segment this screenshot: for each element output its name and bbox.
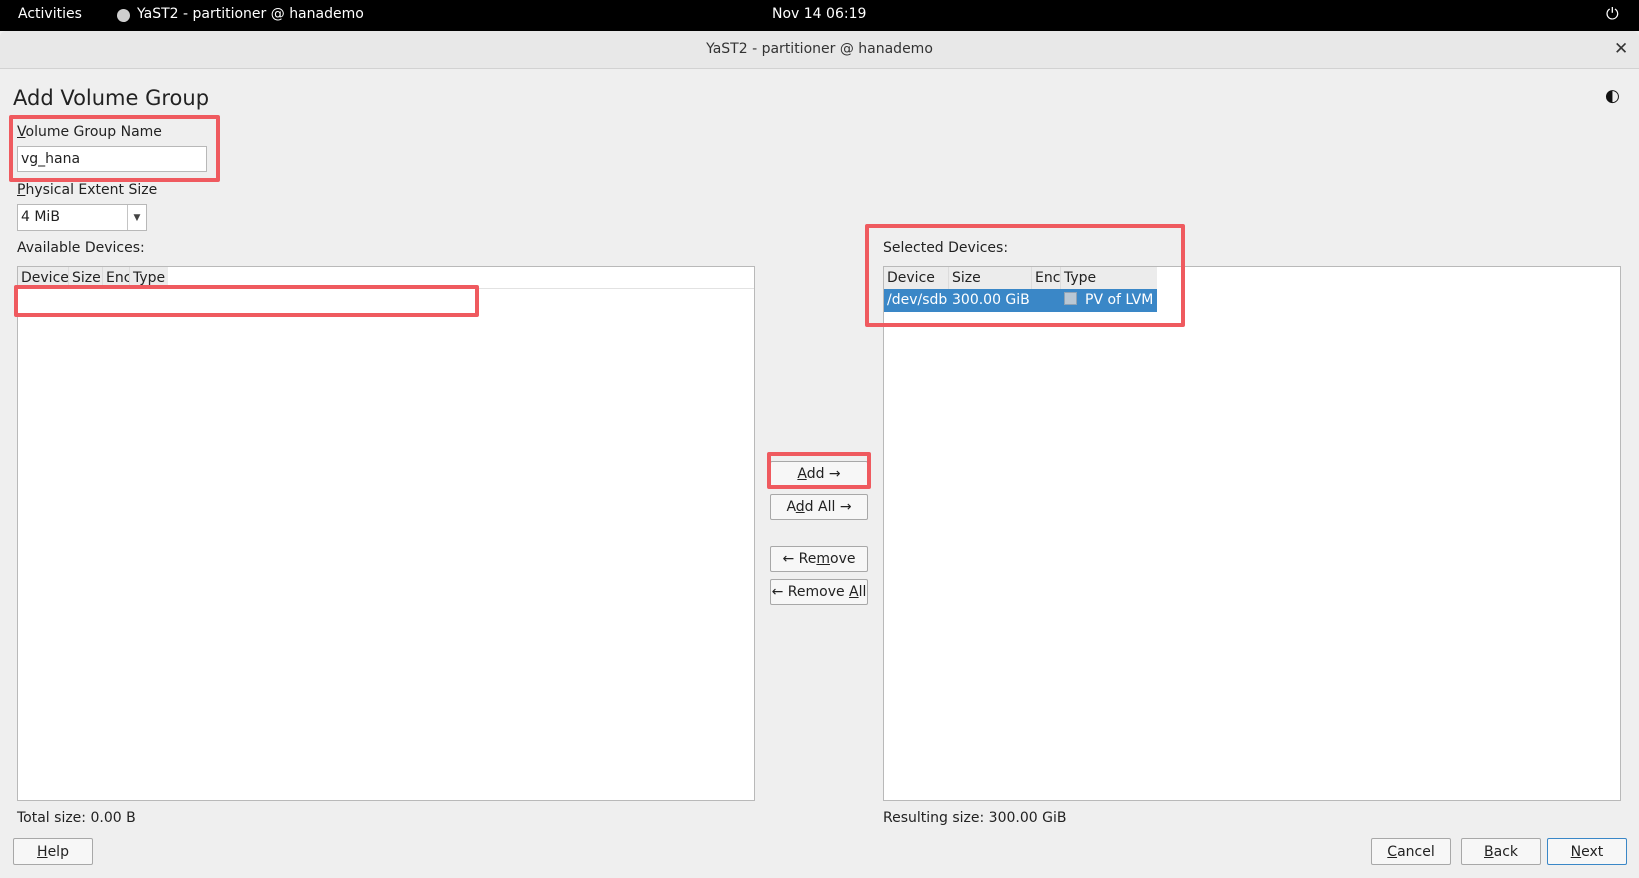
extent-size-label-text: hysical Extent Size	[25, 182, 158, 198]
add-all-button[interactable]: Add All →	[770, 494, 868, 520]
selected-table-header: Device Size Enc Type	[884, 267, 1157, 289]
back-mnemonic: B	[1484, 843, 1494, 860]
remove-all-mnemonic: A	[849, 584, 859, 600]
available-devices-table[interactable]: Device Size Enc Type	[17, 266, 755, 801]
pv-checkbox-icon	[1064, 292, 1077, 305]
activities-button[interactable]: Activities	[18, 6, 82, 22]
app-menu[interactable]: YaST2 - partitioner @ hanademo	[117, 6, 364, 22]
add-all-label-pre: A	[786, 499, 796, 515]
vg-name-input[interactable]: vg_hana	[17, 146, 207, 172]
help-button[interactable]: Help	[13, 838, 93, 865]
help-mnemonic: H	[37, 843, 48, 860]
yast-app-icon	[117, 8, 130, 22]
selected-devices-label: Selected Devices:	[883, 240, 1009, 256]
vg-name-label-mnemonic: V	[17, 124, 26, 140]
row-enc	[1032, 289, 1061, 312]
selected-devices-table[interactable]: Device Size Enc Type /dev/sdb 300.00 GiB…	[883, 266, 1621, 801]
power-icon[interactable]: ⏻	[1606, 4, 1619, 24]
column-header-enc[interactable]: Enc	[1032, 267, 1061, 289]
back-button[interactable]: Back	[1461, 838, 1541, 865]
add-button-mnemonic: A	[797, 466, 807, 482]
available-total-size: Total size: 0.00 B	[17, 810, 136, 826]
close-icon[interactable]: ✕	[1614, 39, 1628, 59]
remove-mnemonic: m	[816, 551, 831, 567]
available-devices-label: Available Devices:	[17, 240, 145, 256]
cancel-button[interactable]: Cancel	[1371, 838, 1451, 865]
row-type: PV of LVM	[1085, 292, 1154, 308]
resulting-size: Resulting size: 300.00 GiB	[883, 810, 1067, 826]
back-label: ack	[1493, 843, 1518, 860]
next-mnemonic: N	[1570, 843, 1582, 860]
remove-all-label-pre: ← Remove	[771, 584, 850, 600]
remove-label-pre: ← Re	[782, 551, 817, 567]
help-label: elp	[47, 843, 69, 860]
theme-toggle-icon[interactable]: ◐	[1605, 86, 1620, 106]
cancel-label: ancel	[1397, 843, 1435, 860]
remove-all-label-rest: ll	[858, 584, 867, 600]
column-header-device[interactable]: Device	[18, 267, 69, 289]
vg-name-label: Volume Group Name	[17, 124, 162, 140]
next-button[interactable]: Next	[1547, 838, 1627, 865]
dialog-heading: Add Volume Group	[13, 86, 210, 110]
extent-size-select[interactable]: 4 MiB ▼	[17, 204, 147, 231]
vg-name-label-text: olume Group Name	[25, 124, 162, 140]
table-row[interactable]: /dev/sdb 300.00 GiB PV of LVM	[884, 289, 1157, 312]
add-button[interactable]: Add →	[770, 461, 868, 487]
add-button-label: dd →	[806, 466, 841, 482]
app-menu-label: YaST2 - partitioner @ hanademo	[137, 6, 364, 22]
column-header-device[interactable]: Device	[884, 267, 949, 289]
column-header-size[interactable]: Size	[949, 267, 1032, 289]
cancel-mnemonic: C	[1387, 843, 1398, 860]
chevron-down-icon[interactable]: ▼	[127, 205, 146, 230]
row-size: 300.00 GiB	[949, 289, 1032, 312]
gnome-top-bar: Activities YaST2 - partitioner @ hanadem…	[0, 0, 1639, 31]
column-header-type[interactable]: Type	[130, 267, 168, 289]
add-all-mnemonic: d	[795, 499, 805, 515]
remove-all-button[interactable]: ← Remove All	[770, 579, 868, 605]
window-title: YaST2 - partitioner @ hanademo	[706, 41, 933, 57]
next-label: ext	[1581, 843, 1604, 860]
extent-size-value: 4 MiB	[21, 209, 60, 225]
add-all-label-rest: d All →	[804, 499, 852, 515]
column-header-type[interactable]: Type	[1061, 267, 1157, 289]
column-header-enc[interactable]: Enc	[103, 267, 130, 289]
remove-label-rest: ove	[830, 551, 856, 567]
available-table-header: Device Size Enc Type	[18, 267, 168, 289]
row-type-cell: PV of LVM	[1061, 289, 1157, 312]
row-device: /dev/sdb	[884, 289, 949, 312]
clock[interactable]: Nov 14 06:19	[772, 6, 866, 22]
remove-button[interactable]: ← Remove	[770, 546, 868, 572]
column-header-size[interactable]: Size	[69, 267, 103, 289]
window-titlebar: YaST2 - partitioner @ hanademo ✕	[0, 31, 1639, 69]
extent-size-label: Physical Extent Size	[17, 182, 157, 198]
